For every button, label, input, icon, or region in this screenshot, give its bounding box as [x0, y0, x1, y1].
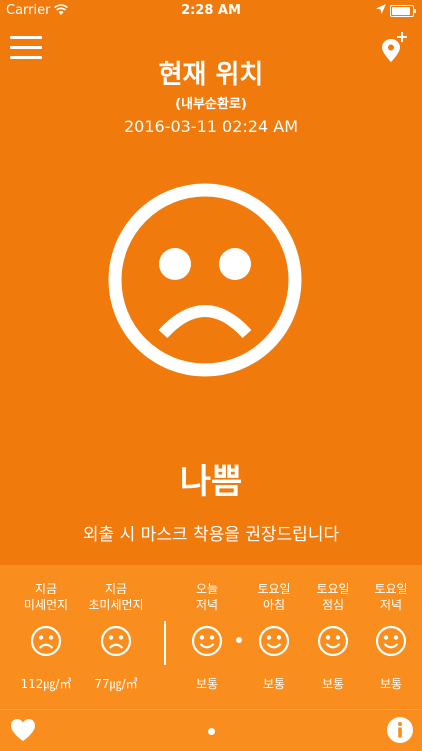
status-bar: Carrier 2:28 AM — [0, 0, 422, 22]
battery-icon — [390, 5, 416, 17]
forecast-value: 보통 — [195, 677, 219, 691]
sad-face-icon — [30, 625, 62, 657]
forecast-label: 지금 초미세먼지 — [88, 582, 144, 612]
forecast-divider — [164, 621, 166, 665]
smile-face-icon — [375, 625, 407, 657]
smile-face-icon — [191, 625, 223, 657]
smile-face-icon — [317, 625, 349, 657]
forecast-value: 보통 — [379, 677, 403, 691]
forecast-value: 112㎍/㎥ — [20, 677, 72, 691]
clock: 2:28 AM — [181, 3, 241, 18]
favorite-button[interactable] — [10, 718, 36, 742]
location-arrow-icon — [376, 4, 386, 14]
heart-icon — [11, 719, 35, 741]
forecast-label: 지금 미세먼지 — [23, 582, 69, 612]
forecast-value: 보통 — [262, 677, 286, 691]
hamburger-icon — [10, 36, 42, 39]
info-button[interactable] — [386, 716, 414, 744]
forecast-label: 오늘 저녁 — [195, 582, 219, 612]
forecast-label: 토요일 저녁 — [374, 582, 408, 612]
forecast-label: 토요일 아침 — [257, 582, 291, 612]
air-quality-status: 나쁨 — [179, 462, 243, 502]
measurement-datetime: 2016-03-11 02:24 AM — [123, 117, 298, 136]
forecast-panel: 지금 미세먼지 112㎍/㎥ 지금 초미세먼지 77㎍/㎥ 오늘 저녁 보통 토… — [0, 565, 422, 709]
location-subtitle: (내부순환로) — [175, 97, 247, 112]
forecast-label: 토요일 점심 — [316, 582, 350, 612]
sad-face-icon — [108, 183, 302, 377]
forecast-value: 77㎍/㎥ — [94, 677, 138, 691]
page-indicator — [208, 728, 215, 735]
bottom-bar — [0, 709, 422, 751]
forecast-separator-dot — [236, 637, 242, 643]
sad-face-icon — [100, 625, 132, 657]
forecast-value: 보통 — [321, 677, 345, 691]
advice-text: 외출 시 마스크 착용을 권장드립니다 — [82, 525, 340, 545]
page-title: 현재 위치 — [158, 60, 264, 90]
smile-face-icon — [258, 625, 290, 657]
info-icon — [387, 717, 413, 743]
